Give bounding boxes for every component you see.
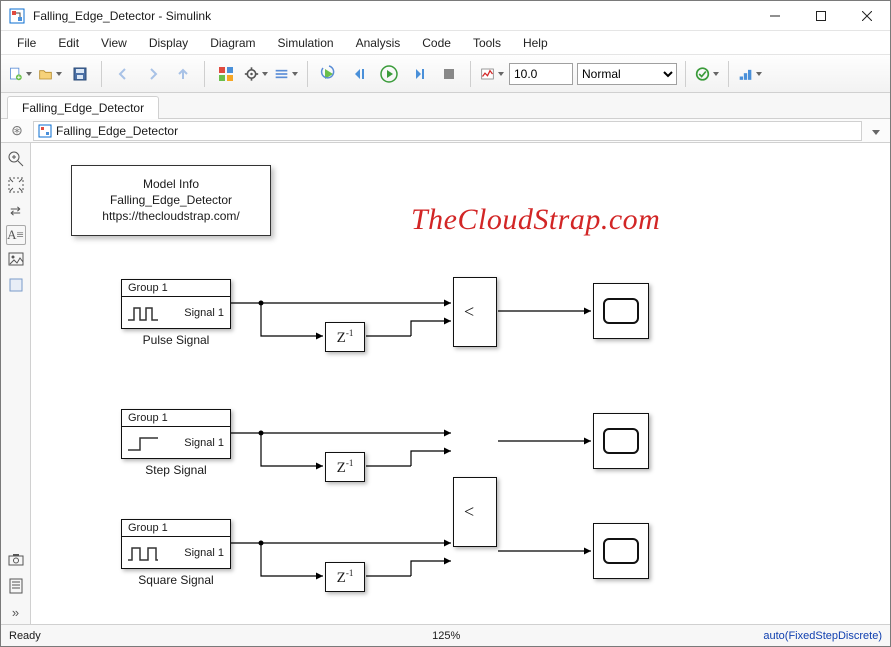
close-button[interactable] xyxy=(844,1,890,30)
window-title: Falling_Edge_Detector - Simulink xyxy=(33,9,752,23)
scope-2[interactable] xyxy=(593,413,649,469)
titlebar: Falling_Edge_Detector - Simulink xyxy=(1,1,890,31)
menu-simulation[interactable]: Simulation xyxy=(268,34,344,52)
signal-port-label: Signal 1 xyxy=(184,547,230,559)
unit-delay-3[interactable]: Z-1 xyxy=(325,562,365,592)
unit-delay-1[interactable]: Z-1 xyxy=(325,322,365,352)
palette: ⇄ A≡ » xyxy=(1,143,31,624)
step-forward-button[interactable] xyxy=(406,60,432,88)
image-icon[interactable] xyxy=(4,247,28,271)
scope-screen-icon xyxy=(603,538,639,564)
relational-operator-2[interactable]: < xyxy=(453,477,497,547)
tabstrip: Falling_Edge_Detector xyxy=(1,93,890,119)
step-waveform-icon xyxy=(126,432,160,454)
open-button[interactable] xyxy=(37,60,63,88)
signal-builder-step-label: Step Signal xyxy=(116,463,236,477)
data-inspector-button[interactable] xyxy=(479,60,505,88)
window-controls xyxy=(752,1,890,30)
zoom-in-icon[interactable] xyxy=(4,147,28,171)
log-signals-button[interactable] xyxy=(273,60,299,88)
unit-delay-2[interactable]: Z-1 xyxy=(325,452,365,482)
signal-builder-pulse-label: Pulse Signal xyxy=(116,333,236,347)
signal-group-label: Group 1 xyxy=(122,280,230,297)
status-zoom[interactable]: 125% xyxy=(129,630,763,642)
scope-3[interactable] xyxy=(593,523,649,579)
library-browser-button[interactable] xyxy=(213,60,239,88)
menu-view[interactable]: View xyxy=(91,34,137,52)
model-info-line2: Falling_Edge_Detector xyxy=(90,192,252,208)
menu-tools[interactable]: Tools xyxy=(463,34,511,52)
model-info-line1: Model Info xyxy=(90,176,252,192)
run-button[interactable] xyxy=(376,60,402,88)
signal-builder-step[interactable]: Group 1 Signal 1 xyxy=(121,409,231,459)
menu-edit[interactable]: Edit xyxy=(48,34,89,52)
fit-to-view-icon[interactable] xyxy=(4,173,28,197)
model-info-line3: https://thecloudstrap.com/ xyxy=(90,208,252,224)
fast-restart-button[interactable] xyxy=(316,60,342,88)
square-waveform-icon xyxy=(126,542,160,564)
signal-builder-pulse[interactable]: Group 1 Signal 1 xyxy=(121,279,231,329)
signal-port-label: Signal 1 xyxy=(184,307,230,319)
screenshot-icon[interactable] xyxy=(4,548,28,572)
scope-screen-icon xyxy=(603,298,639,324)
scope-screen-icon xyxy=(603,428,639,454)
area-icon[interactable] xyxy=(4,273,28,297)
toolbar: Normal xyxy=(1,55,890,93)
app-window: Falling_Edge_Detector - Simulink File Ed… xyxy=(0,0,891,647)
canvas[interactable]: Model Info Falling_Edge_Detector https:/… xyxy=(31,143,890,624)
up-button[interactable] xyxy=(170,60,196,88)
explorer-bar: ⊛ Falling_Edge_Detector xyxy=(1,119,890,143)
save-button[interactable] xyxy=(67,60,93,88)
property-inspector-icon[interactable] xyxy=(4,574,28,598)
model-tab[interactable]: Falling_Edge_Detector xyxy=(7,96,159,119)
menu-analysis[interactable]: Analysis xyxy=(346,34,411,52)
signal-builder-square[interactable]: Group 1 Signal 1 xyxy=(121,519,231,569)
minimize-button[interactable] xyxy=(752,1,798,30)
pulse-waveform-icon xyxy=(126,302,160,324)
work-area: ⇄ A≡ » Model Info Falling_Edge_Detector … xyxy=(1,143,890,624)
relational-operator-1[interactable]: < xyxy=(453,277,497,347)
maximize-button[interactable] xyxy=(798,1,844,30)
menu-display[interactable]: Display xyxy=(139,34,198,52)
watermark-text: TheCloudStrap.com xyxy=(411,203,660,237)
menu-help[interactable]: Help xyxy=(513,34,558,52)
expand-icon[interactable]: » xyxy=(4,600,28,624)
back-button[interactable] xyxy=(110,60,136,88)
signal-builder-square-label: Square Signal xyxy=(116,573,236,587)
model-icon xyxy=(38,124,52,138)
model-tab-label: Falling_Edge_Detector xyxy=(22,101,144,115)
simulation-mode-select[interactable]: Normal xyxy=(577,63,677,85)
model-info-block[interactable]: Model Info Falling_Edge_Detector https:/… xyxy=(71,165,271,236)
stop-button[interactable] xyxy=(436,60,462,88)
hide-explorer-button[interactable]: ⊛ xyxy=(7,121,27,141)
step-back-button[interactable] xyxy=(346,60,372,88)
breadcrumb-root: Falling_Edge_Detector xyxy=(56,124,178,138)
status-solver[interactable]: auto(FixedStepDiscrete) xyxy=(763,630,882,642)
menu-file[interactable]: File xyxy=(7,34,46,52)
menu-diagram[interactable]: Diagram xyxy=(200,34,265,52)
new-model-button[interactable] xyxy=(7,60,33,88)
status-ready: Ready xyxy=(9,630,129,642)
signal-group-label: Group 1 xyxy=(122,520,230,537)
menu-code[interactable]: Code xyxy=(412,34,461,52)
model-advisor-button[interactable] xyxy=(694,60,720,88)
signal-group-label: Group 1 xyxy=(122,410,230,427)
build-button[interactable] xyxy=(737,60,763,88)
toggle-perspective-icon[interactable]: ⇄ xyxy=(4,199,28,223)
statusbar: Ready 125% auto(FixedStepDiscrete) xyxy=(1,624,890,646)
simulink-logo-icon xyxy=(9,8,25,24)
forward-button[interactable] xyxy=(140,60,166,88)
breadcrumb-dropdown[interactable] xyxy=(868,124,884,138)
menubar: File Edit View Display Diagram Simulatio… xyxy=(1,31,890,55)
annotation-icon[interactable]: A≡ xyxy=(6,225,26,245)
breadcrumb[interactable]: Falling_Edge_Detector xyxy=(33,121,862,141)
scope-1[interactable] xyxy=(593,283,649,339)
stop-time-input[interactable] xyxy=(509,63,573,85)
model-config-button[interactable] xyxy=(243,60,269,88)
signal-port-label: Signal 1 xyxy=(184,437,230,449)
